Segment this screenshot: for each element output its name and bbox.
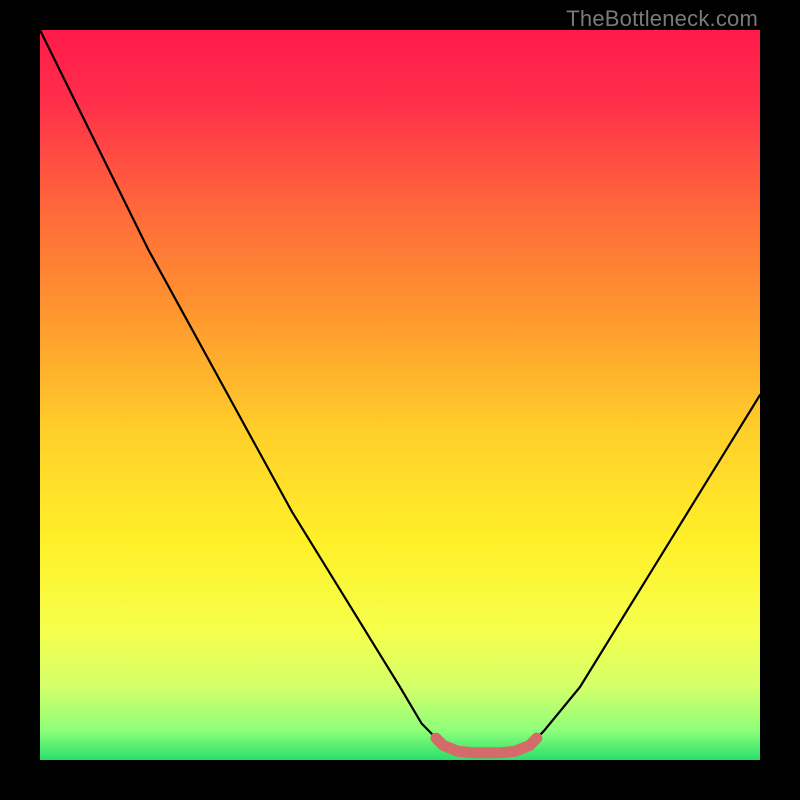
watermark-text: TheBottleneck.com — [566, 6, 758, 32]
bottleneck-curve — [40, 30, 760, 753]
minimum-highlight — [436, 738, 537, 753]
chart-frame: TheBottleneck.com — [0, 0, 800, 800]
curve-layer — [40, 30, 760, 760]
plot-area — [40, 30, 760, 760]
